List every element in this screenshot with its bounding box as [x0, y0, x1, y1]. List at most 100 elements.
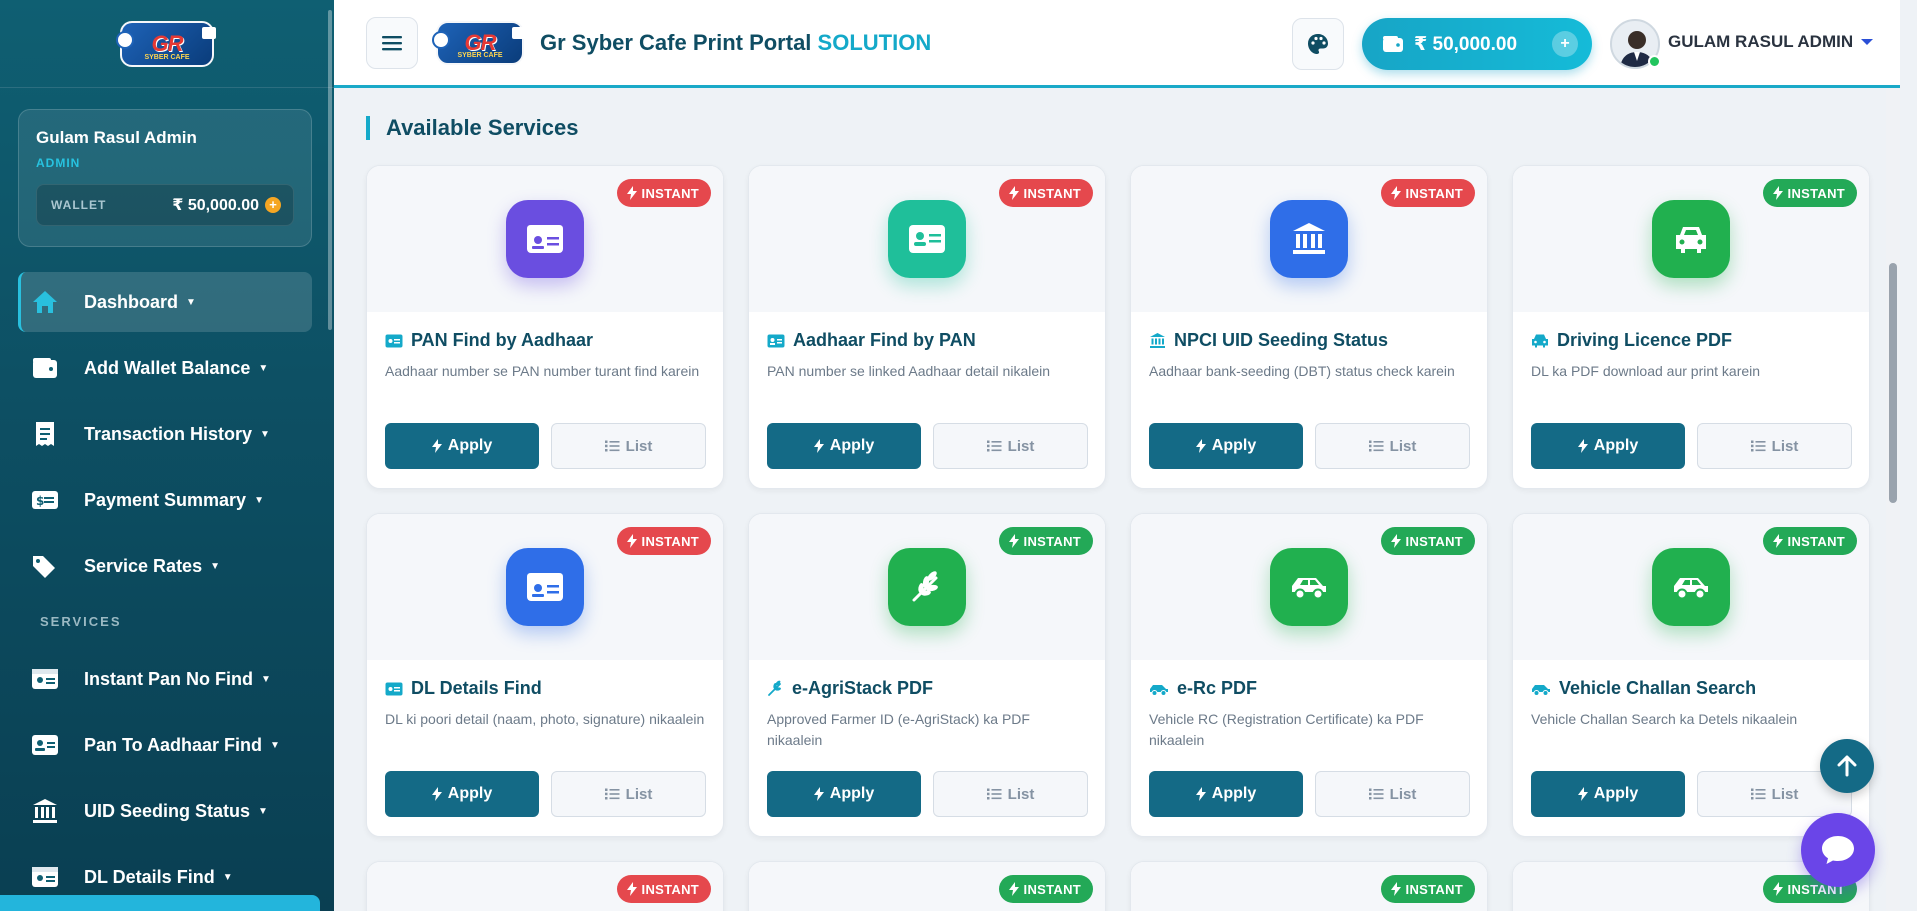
arrow-up-icon [1837, 755, 1857, 777]
apply-button[interactable]: Apply [1531, 771, 1685, 817]
list-button[interactable]: List [551, 423, 706, 469]
add-balance-icon[interactable]: + [265, 197, 281, 213]
user-card-name: Gulam Rasul Admin [36, 128, 197, 147]
main-scrollbar[interactable] [1886, 88, 1900, 911]
apply-button[interactable]: Apply [1531, 423, 1685, 469]
bolt-icon [1008, 534, 1019, 548]
sidebar-item-service-rates[interactable]: Service Rates ▼ [18, 536, 312, 596]
bolt-icon [1195, 787, 1206, 801]
card-header: INSTANT [1131, 862, 1487, 911]
service-card: INSTANT e-AgriStack PDF Approved Farmer ID… [748, 513, 1106, 837]
apply-button[interactable]: Apply [1149, 423, 1303, 469]
home-icon [30, 287, 60, 317]
sidebar-item-transactions[interactable]: Transaction History ▼ [18, 404, 312, 464]
bolt-icon [1008, 186, 1019, 200]
header-logo[interactable]: GR SYBER CAFE [432, 20, 526, 65]
card-description: DL ka PDF download aur print karein [1531, 363, 1761, 379]
list-button[interactable]: List [551, 771, 706, 817]
card-header: INSTANT [367, 862, 723, 911]
list-button[interactable]: List [933, 423, 1088, 469]
sidebar-item-pan-to-aadhaar[interactable]: Pan To Aadhaar Find ▼ [18, 715, 312, 775]
user-card-role: ADMIN [36, 156, 81, 170]
card-header: INSTANT [1513, 514, 1869, 660]
menu-toggle-button[interactable] [366, 16, 418, 69]
bolt-icon [813, 787, 824, 801]
list-button[interactable]: List [1315, 771, 1470, 817]
add-money-icon[interactable]: + [1552, 31, 1578, 57]
card-header: INSTANT [1131, 514, 1487, 660]
id-card-icon [385, 334, 403, 348]
instant-badge: INSTANT [1762, 179, 1857, 207]
card-description: Aadhaar number se PAN number turant find… [385, 363, 700, 379]
service-card: INSTANT Aadhaar Find by PAN PAN number se … [748, 165, 1106, 489]
id-card-alt-icon [30, 730, 60, 760]
bolt-icon [1772, 882, 1783, 896]
sidebar-logo[interactable]: GR SYBER CAFE [0, 0, 334, 88]
card-header: INSTANT [749, 514, 1105, 660]
wallet-label: WALLET [51, 198, 107, 212]
apply-button[interactable]: Apply [385, 423, 539, 469]
sidebar-item-uid-seeding[interactable]: UID Seeding Status ▼ [18, 781, 312, 841]
user-card: Gulam Rasul Admin ADMIN WALLET ₹ 50,000.… [18, 109, 312, 247]
bank-icon [30, 796, 60, 826]
sidebar-item-instant-pan[interactable]: Instant Pan No Find ▼ [18, 649, 312, 709]
bank-icon [1270, 200, 1348, 278]
sidebar-item-dashboard[interactable]: Dashboard ▼ [18, 272, 312, 332]
apply-button[interactable]: Apply [1149, 771, 1303, 817]
section-title: Available Services [366, 116, 578, 140]
card-title: PAN Find by Aadhaar [385, 330, 705, 351]
sidebar-menu: Dashboard ▼ Add Wallet Balance ▼ Transacti… [18, 272, 312, 911]
instant-badge: INSTANT [616, 527, 711, 555]
list-icon [1368, 788, 1384, 800]
scroll-to-top-button[interactable] [1820, 739, 1874, 793]
money-icon: $ [30, 485, 60, 515]
sidebar-item-payment-summary[interactable]: $ Payment Summary ▼ [18, 470, 312, 530]
user-menu[interactable]: GULAM RASUL ADMIN [1668, 32, 1874, 52]
list-button[interactable]: List [1315, 423, 1470, 469]
list-icon [986, 788, 1002, 800]
list-icon [1368, 440, 1384, 452]
card-description: Approved Farmer ID (e-AgriStack) ka PDF … [767, 711, 1030, 748]
card-title: Aadhaar Find by PAN [767, 330, 1087, 351]
service-card: INSTANT PAN Find by Aadhaar Aadhaar number… [366, 165, 724, 489]
services-section-title: SERVICES [40, 614, 122, 629]
sidebar-item-add-wallet[interactable]: Add Wallet Balance ▼ [18, 338, 312, 398]
bolt-icon [431, 787, 442, 801]
instant-badge: INSTANT [1762, 527, 1857, 555]
bolt-icon [626, 186, 637, 200]
sidebar-scrollbar[interactable] [328, 10, 332, 330]
wallet-icon [1383, 36, 1403, 52]
palette-icon [1308, 34, 1328, 54]
card-title: e-AgriStack PDF [767, 678, 1087, 699]
instant-badge: INSTANT [1380, 179, 1475, 207]
list-button[interactable]: List [1697, 423, 1852, 469]
theme-button[interactable] [1292, 18, 1344, 70]
list-button[interactable]: List [933, 771, 1088, 817]
instant-badge: INSTANT [1380, 527, 1475, 555]
instant-badge: INSTANT [616, 875, 711, 903]
apply-button[interactable]: Apply [767, 423, 921, 469]
header-wallet-button[interactable]: ₹ 50,000.00 + [1362, 18, 1592, 70]
card-header: INSTANT [367, 514, 723, 660]
id-card-icon [385, 682, 403, 696]
bolt-icon [1577, 439, 1588, 453]
scrollbar-thumb[interactable] [1889, 263, 1897, 503]
car-icon [1531, 333, 1549, 348]
apply-button[interactable]: Apply [767, 771, 921, 817]
apply-button[interactable]: Apply [385, 771, 539, 817]
main-content: Available Services INSTANT PAN Find by Aa… [334, 88, 1900, 911]
car-icon [1652, 200, 1730, 278]
id-card-icon [30, 862, 60, 892]
top-header: GR SYBER CAFE Gr Syber Cafe Print Portal… [334, 0, 1900, 88]
card-header: INSTANT [749, 166, 1105, 312]
card-description: Aadhaar bank-seeding (DBT) status check … [1149, 363, 1455, 379]
id-card-icon [506, 200, 584, 278]
chevron-down-icon [1861, 39, 1874, 45]
sidebar: GR SYBER CAFE Gulam Rasul Admin ADMIN WA… [0, 0, 334, 911]
bolt-icon [1390, 534, 1401, 548]
bolt-icon [1195, 439, 1206, 453]
user-card-wallet[interactable]: WALLET ₹ 50,000.00 + [36, 184, 294, 226]
services-grid: INSTANT PAN Find by Aadhaar Aadhaar number… [366, 165, 1870, 911]
service-card: INSTANT Vehicle Challan Search Vehicle Cha… [1512, 513, 1870, 837]
chat-button[interactable] [1801, 813, 1875, 887]
